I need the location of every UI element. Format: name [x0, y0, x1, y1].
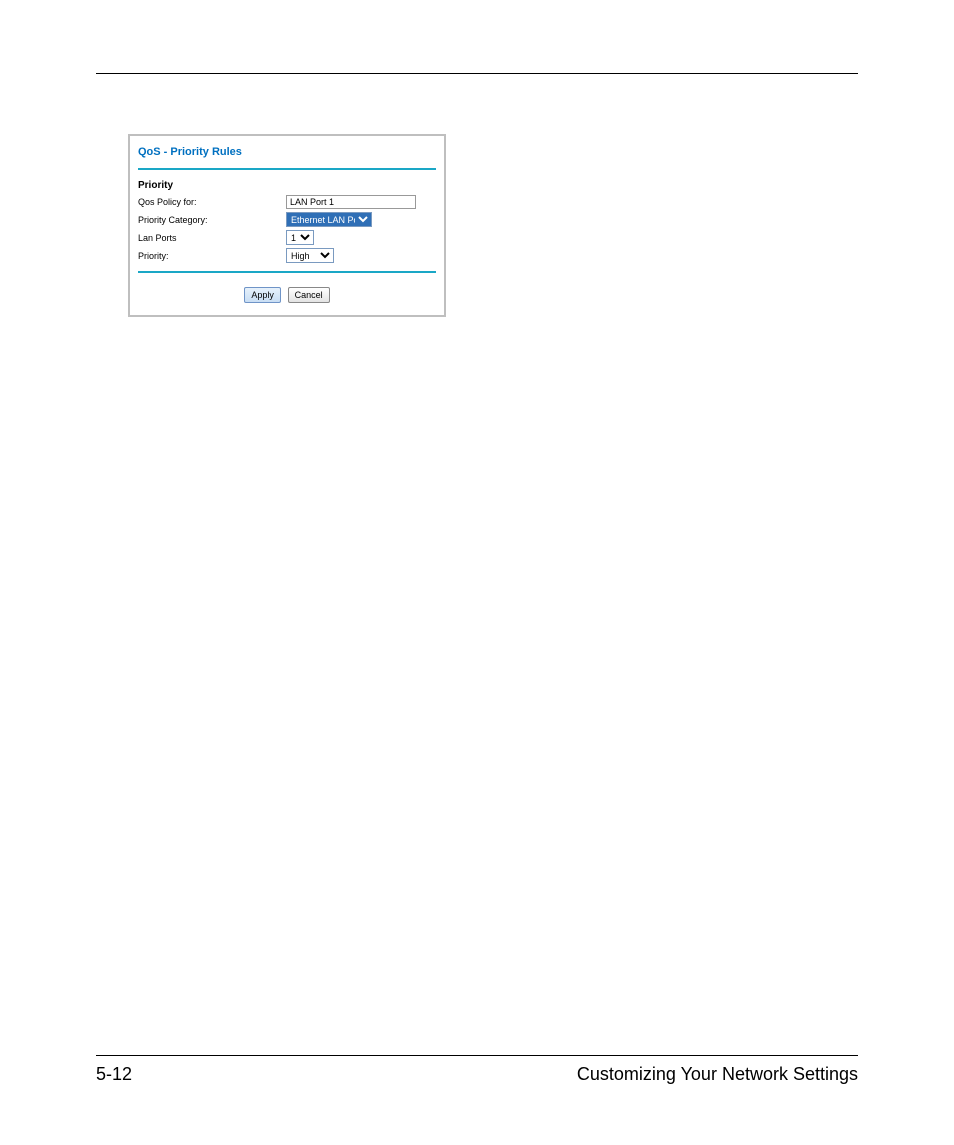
chapter-title: Customizing Your Network Settings: [577, 1064, 858, 1085]
label-priority: Priority:: [138, 249, 286, 263]
select-lan-ports[interactable]: 1: [286, 230, 314, 245]
button-row: Apply Cancel: [138, 287, 436, 303]
document-page: QoS - Priority Rules Priority Qos Policy…: [0, 0, 954, 1145]
page-number: 5-12: [96, 1064, 132, 1085]
row-policy-for: Qos Policy for:: [138, 195, 436, 209]
label-lan-ports: Lan Ports: [138, 231, 286, 245]
panel-divider: [138, 271, 436, 273]
row-lan-ports: Lan Ports 1: [138, 230, 436, 245]
page-footer-row: 5-12 Customizing Your Network Settings: [96, 1064, 858, 1085]
qos-priority-rules-panel: QoS - Priority Rules Priority Qos Policy…: [128, 134, 446, 317]
label-priority-category: Priority Category:: [138, 213, 286, 227]
page-footer: 5-12 Customizing Your Network Settings: [96, 1055, 858, 1085]
apply-button[interactable]: Apply: [244, 287, 281, 303]
input-policy-for[interactable]: [286, 195, 416, 209]
panel-title: QoS - Priority Rules: [138, 144, 436, 170]
page-footer-rule: [96, 1055, 858, 1056]
page-header-rule: [96, 73, 858, 74]
select-priority-category[interactable]: Ethernet LAN Port: [286, 212, 372, 227]
row-priority-category: Priority Category: Ethernet LAN Port: [138, 212, 436, 227]
select-priority[interactable]: High: [286, 248, 334, 263]
section-heading-priority: Priority: [138, 180, 436, 191]
row-priority: Priority: High: [138, 248, 436, 263]
label-policy-for: Qos Policy for:: [138, 195, 286, 209]
cancel-button[interactable]: Cancel: [288, 287, 330, 303]
